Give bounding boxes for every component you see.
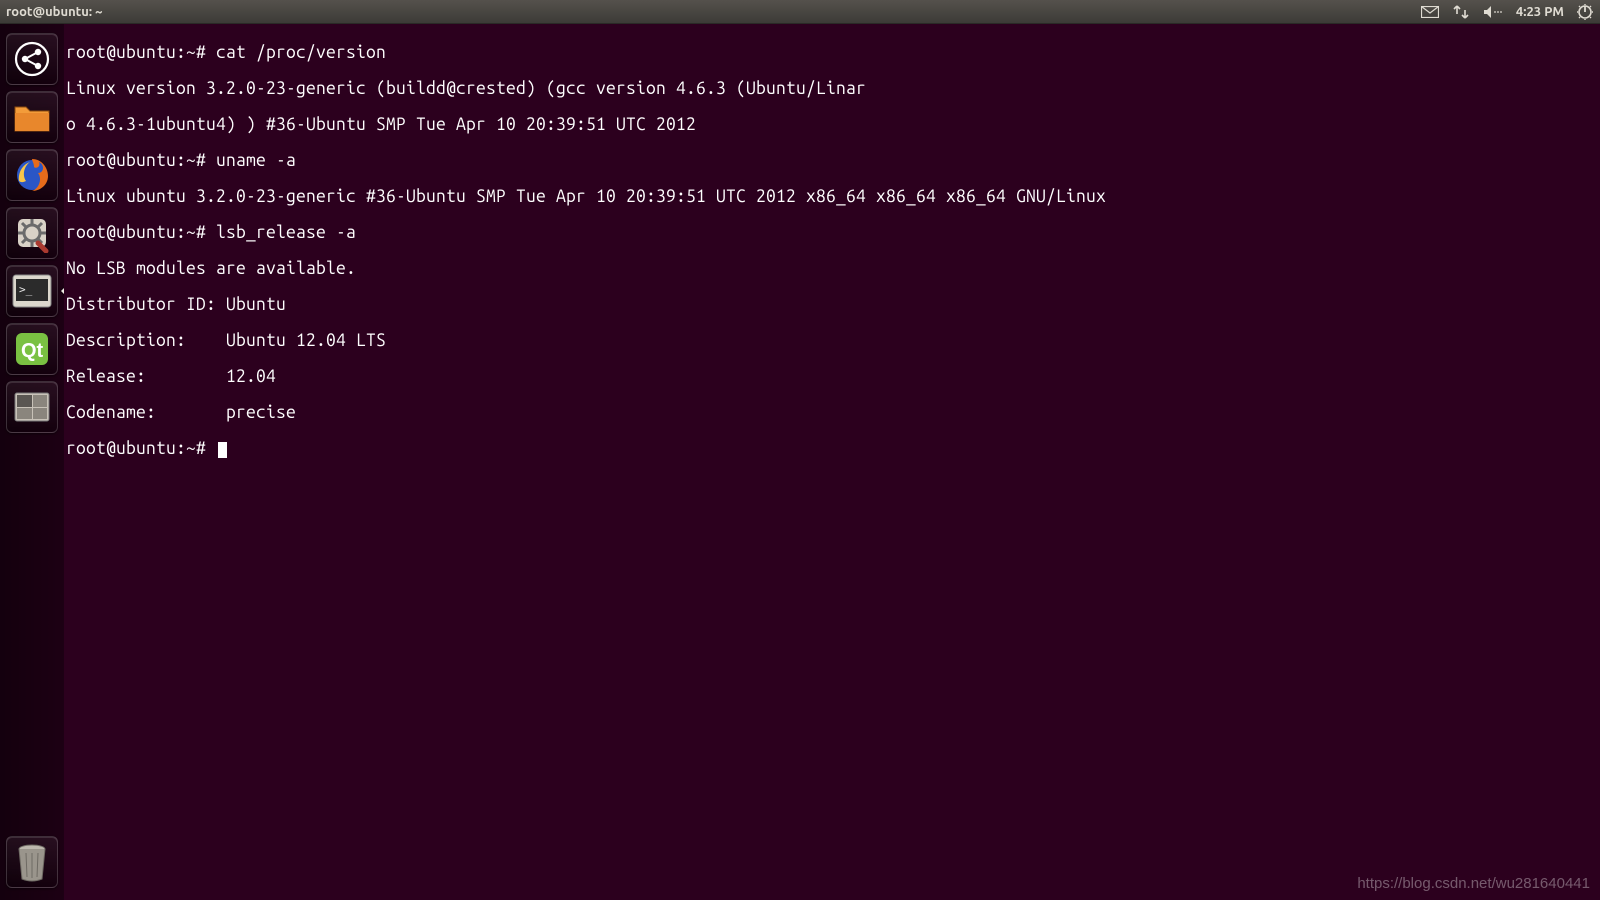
- session-indicator[interactable]: [1570, 0, 1600, 23]
- terminal-line: o 4.6.3-1ubuntu4) ) #36-Ubuntu SMP Tue A…: [66, 116, 1598, 134]
- terminal-line: root@ubuntu:~# uname -a: [66, 152, 1598, 170]
- files-icon[interactable]: [6, 91, 58, 143]
- sound-indicator[interactable]: [1476, 0, 1510, 23]
- terminal-line: Linux ubuntu 3.2.0-23-generic #36-Ubuntu…: [66, 188, 1598, 206]
- workspace-switcher-icon[interactable]: [6, 381, 58, 433]
- trash-icon[interactable]: [6, 836, 58, 888]
- terminal-line: No LSB modules are available.: [66, 260, 1598, 278]
- terminal-line: Linux version 3.2.0-23-generic (buildd@c…: [66, 80, 1598, 98]
- firefox-icon[interactable]: [6, 149, 58, 201]
- terminal-icon[interactable]: >_: [6, 265, 58, 317]
- window-title: root@ubuntu: ~: [0, 5, 103, 19]
- qt-creator-icon[interactable]: Qt: [6, 323, 58, 375]
- terminal-line: Release: 12.04: [66, 368, 1598, 386]
- network-indicator[interactable]: [1446, 0, 1476, 23]
- terminal-prompt-line: root@ubuntu:~#: [66, 440, 1598, 458]
- dash-home-icon[interactable]: [6, 33, 58, 85]
- launcher: >_ Qt: [0, 24, 64, 900]
- terminal-prompt: root@ubuntu:~#: [66, 439, 216, 458]
- terminal-line: Codename: precise: [66, 404, 1598, 422]
- terminal-line: Distributor ID: Ubuntu: [66, 296, 1598, 314]
- terminal-output[interactable]: root@ubuntu:~# cat /proc/version Linux v…: [64, 24, 1600, 900]
- top-panel: root@ubuntu: ~ 4:23 PM: [0, 0, 1600, 24]
- svg-text:>_: >_: [19, 283, 33, 296]
- terminal-cursor: [218, 442, 227, 458]
- clock[interactable]: 4:23 PM: [1510, 5, 1570, 19]
- watermark: https://blog.csdn.net/wu281640441: [1357, 875, 1590, 892]
- mail-indicator[interactable]: [1414, 0, 1446, 23]
- svg-text:Qt: Qt: [21, 340, 44, 362]
- terminal-line: root@ubuntu:~# lsb_release -a: [66, 224, 1598, 242]
- terminal-line: Description: Ubuntu 12.04 LTS: [66, 332, 1598, 350]
- terminal-line: root@ubuntu:~# cat /proc/version: [66, 44, 1598, 62]
- system-settings-icon[interactable]: [6, 207, 58, 259]
